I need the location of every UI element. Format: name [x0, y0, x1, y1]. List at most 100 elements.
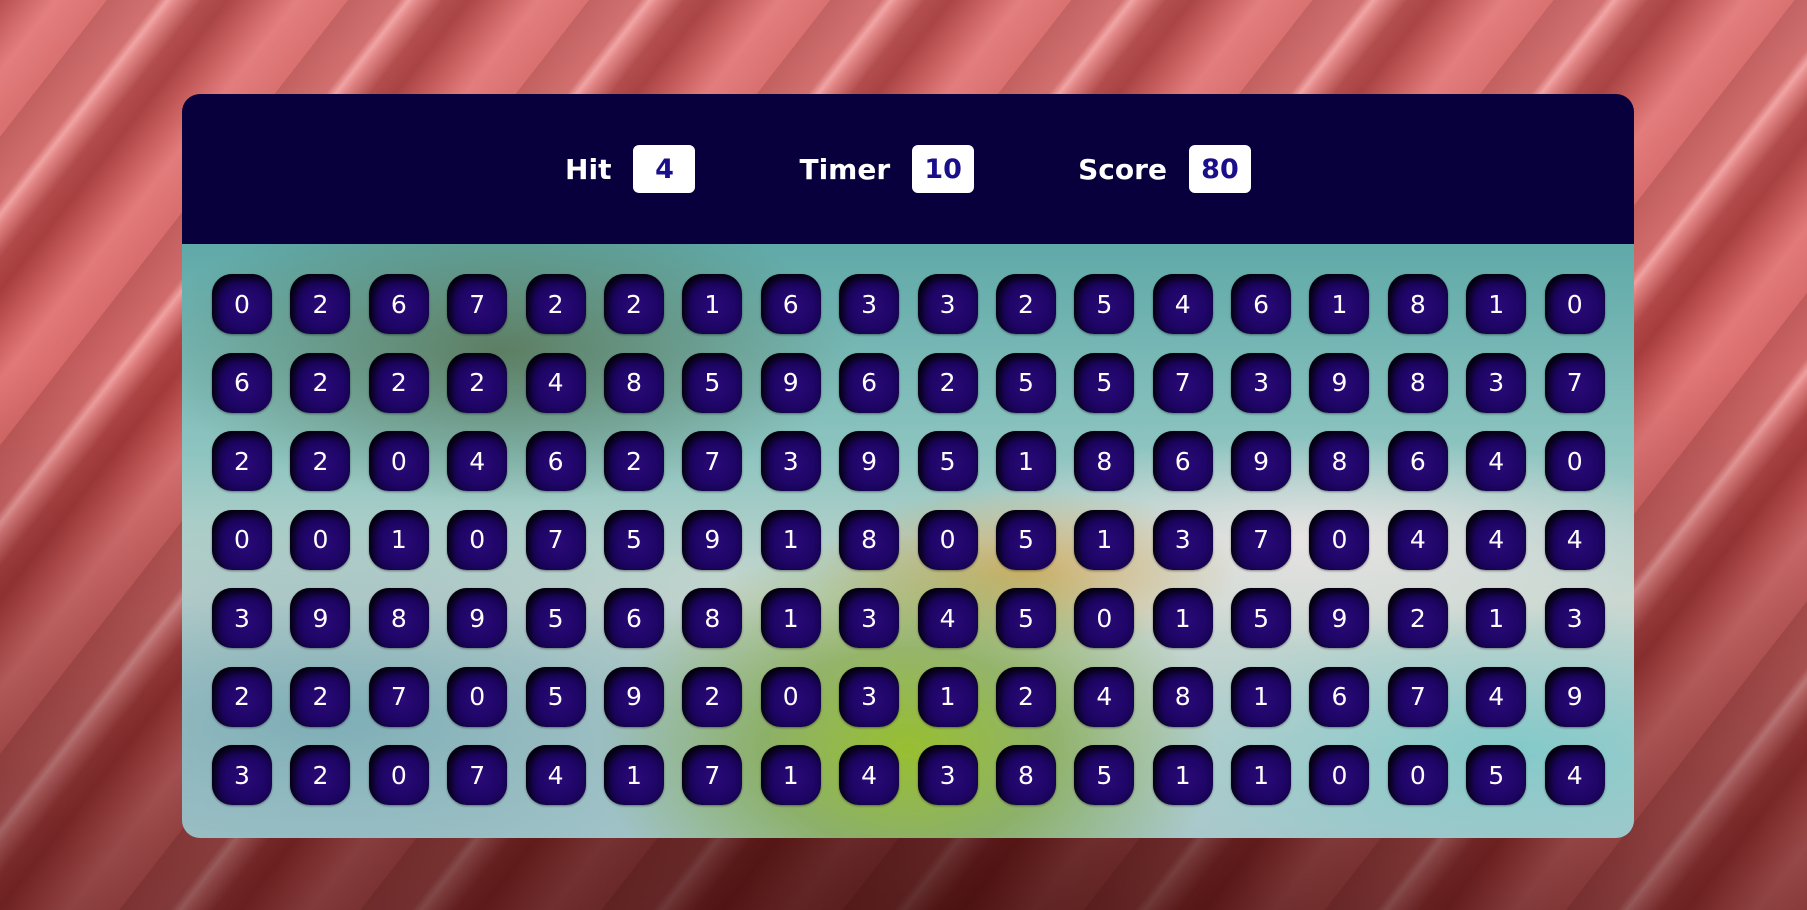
bubble[interactable]: 3: [1152, 509, 1213, 570]
bubble[interactable]: 4: [1387, 509, 1448, 570]
bubble[interactable]: 1: [368, 509, 429, 570]
bubble[interactable]: 4: [525, 745, 586, 805]
bubble[interactable]: 8: [839, 509, 900, 570]
bubble[interactable]: 2: [290, 666, 351, 727]
bubble[interactable]: 0: [917, 509, 978, 570]
bubble[interactable]: 5: [995, 588, 1056, 648]
bubble[interactable]: 2: [447, 352, 508, 413]
bubble[interactable]: 7: [682, 431, 743, 491]
bubble[interactable]: 7: [447, 274, 508, 334]
bubble[interactable]: 1: [1231, 745, 1292, 805]
bubble[interactable]: 7: [1231, 509, 1292, 570]
bubble[interactable]: 8: [682, 588, 743, 648]
bubble[interactable]: 7: [1544, 352, 1605, 413]
bubble[interactable]: 6: [1309, 666, 1370, 727]
bubble[interactable]: 9: [1544, 666, 1605, 727]
bubble[interactable]: 1: [995, 431, 1056, 491]
bubble[interactable]: 8: [1152, 666, 1213, 727]
bubble[interactable]: 7: [447, 745, 508, 805]
bubble[interactable]: 7: [525, 509, 586, 570]
bubble[interactable]: 2: [917, 352, 978, 413]
bubble[interactable]: 0: [1544, 274, 1605, 334]
bubble[interactable]: 9: [1231, 431, 1292, 491]
bubble[interactable]: 2: [995, 666, 1056, 727]
bubble[interactable]: 5: [525, 666, 586, 727]
bubble[interactable]: 1: [682, 274, 743, 334]
bubble[interactable]: 9: [447, 588, 508, 648]
bubble[interactable]: 0: [1309, 745, 1370, 805]
bubble[interactable]: 1: [917, 666, 978, 727]
bubble[interactable]: 6: [1231, 274, 1292, 334]
bubble[interactable]: 3: [839, 588, 900, 648]
bubble[interactable]: 4: [1466, 509, 1527, 570]
bubble[interactable]: 4: [1466, 431, 1527, 491]
bubble[interactable]: 2: [290, 274, 351, 334]
bubble[interactable]: 4: [1544, 745, 1605, 805]
bubble[interactable]: 8: [1074, 431, 1135, 491]
bubble[interactable]: 7: [1152, 352, 1213, 413]
bubble[interactable]: 1: [1231, 666, 1292, 727]
bubble[interactable]: 5: [1074, 274, 1135, 334]
bubble[interactable]: 0: [447, 666, 508, 727]
bubble[interactable]: 9: [839, 431, 900, 491]
bubble[interactable]: 1: [1152, 745, 1213, 805]
bubble[interactable]: 7: [1387, 666, 1448, 727]
bubble[interactable]: 0: [368, 745, 429, 805]
bubble[interactable]: 4: [917, 588, 978, 648]
bubble[interactable]: 2: [290, 745, 351, 805]
bubble[interactable]: 9: [290, 588, 351, 648]
bubble[interactable]: 2: [212, 666, 272, 727]
bubble[interactable]: 1: [760, 509, 821, 570]
bubble[interactable]: 0: [447, 509, 508, 570]
bubble[interactable]: 2: [525, 274, 586, 334]
bubble[interactable]: 2: [1387, 588, 1448, 648]
bubble[interactable]: 0: [760, 666, 821, 727]
bubble[interactable]: 5: [1466, 745, 1527, 805]
bubble[interactable]: 2: [995, 274, 1056, 334]
bubble[interactable]: 5: [917, 431, 978, 491]
bubble[interactable]: 5: [995, 509, 1056, 570]
bubble[interactable]: 1: [1466, 274, 1527, 334]
bubble[interactable]: 2: [682, 666, 743, 727]
bubble[interactable]: 6: [212, 352, 272, 413]
bubble[interactable]: 5: [1074, 352, 1135, 413]
bubble[interactable]: 0: [1544, 431, 1605, 491]
bubble[interactable]: 5: [1231, 588, 1292, 648]
bubble[interactable]: 6: [1387, 431, 1448, 491]
bubble[interactable]: 6: [368, 274, 429, 334]
bubble[interactable]: 9: [603, 666, 664, 727]
bubble[interactable]: 6: [603, 588, 664, 648]
bubble[interactable]: 2: [290, 431, 351, 491]
bubble[interactable]: 3: [839, 666, 900, 727]
bubble[interactable]: 2: [603, 431, 664, 491]
bubble[interactable]: 0: [1309, 509, 1370, 570]
bubble[interactable]: 9: [682, 509, 743, 570]
bubble[interactable]: 1: [603, 745, 664, 805]
bubble[interactable]: 9: [1309, 352, 1370, 413]
bubble[interactable]: 4: [1544, 509, 1605, 570]
bubble[interactable]: 4: [1074, 666, 1135, 727]
bubble[interactable]: 5: [1074, 745, 1135, 805]
bubble[interactable]: 2: [368, 352, 429, 413]
bubble[interactable]: 4: [447, 431, 508, 491]
bubble[interactable]: 5: [525, 588, 586, 648]
bubble[interactable]: 1: [760, 588, 821, 648]
bubble[interactable]: 1: [1309, 274, 1370, 334]
bubble[interactable]: 4: [1152, 274, 1213, 334]
bubble[interactable]: 5: [682, 352, 743, 413]
bubble[interactable]: 5: [603, 509, 664, 570]
bubble[interactable]: 8: [1387, 274, 1448, 334]
bubble[interactable]: 0: [1074, 588, 1135, 648]
bubble[interactable]: 2: [290, 352, 351, 413]
bubble[interactable]: 3: [212, 745, 272, 805]
bubble[interactable]: 3: [760, 431, 821, 491]
bubble[interactable]: 3: [917, 745, 978, 805]
bubble[interactable]: 3: [1544, 588, 1605, 648]
bubble[interactable]: 3: [1231, 352, 1292, 413]
bubble[interactable]: 8: [1387, 352, 1448, 413]
bubble[interactable]: 1: [1152, 588, 1213, 648]
bubble[interactable]: 4: [839, 745, 900, 805]
bubble[interactable]: 8: [995, 745, 1056, 805]
bubble[interactable]: 5: [995, 352, 1056, 413]
bubble[interactable]: 9: [760, 352, 821, 413]
